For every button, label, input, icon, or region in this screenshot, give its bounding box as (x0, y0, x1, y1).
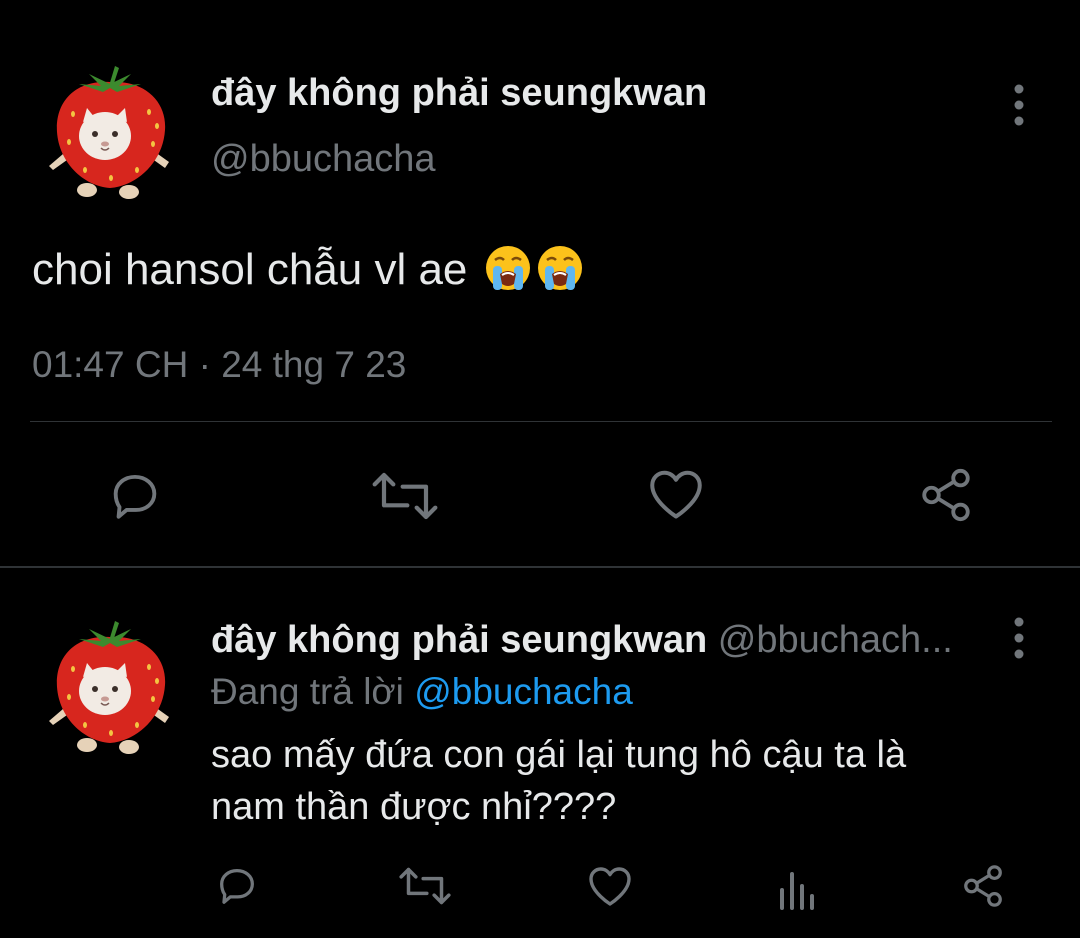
tweet-body: choi hansol chẫu vl ae (32, 245, 468, 294)
reply-handle: @bbuchach... (717, 619, 953, 661)
share-icon[interactable] (960, 862, 1006, 910)
strawberry-cat-avatar-icon (49, 621, 169, 754)
replying-to: Đang trả lời @bbuchacha (211, 671, 633, 713)
divider (30, 421, 1052, 422)
like-icon[interactable] (586, 864, 634, 908)
reply-icon[interactable] (214, 862, 260, 908)
tweet-time: 01:47 CH (32, 344, 189, 385)
more-options-icon[interactable] (1009, 616, 1029, 660)
handle[interactable]: @bbuchacha (211, 138, 436, 181)
display-name[interactable]: đây không phải seungkwan (211, 72, 707, 115)
timestamp-separator: · (198, 344, 211, 385)
tweet-date: 24 thg 7 23 (221, 344, 407, 385)
strawberry-cat-avatar-icon (49, 66, 169, 199)
display-name[interactable]: đây không phải seungkwan @bbuchach... (211, 619, 953, 662)
replying-to-label: Đang trả lời (211, 671, 404, 712)
avatar[interactable] (45, 617, 175, 757)
avatar[interactable] (45, 62, 175, 202)
reply-text: sao mấy đứa con gái lại tung hô cậu ta l… (211, 729, 1011, 833)
more-options-icon[interactable] (1009, 83, 1029, 127)
tweet-timestamp[interactable]: 01:47 CH · 24 thg 7 23 (32, 344, 406, 386)
reply-icon[interactable] (106, 466, 164, 524)
section-divider (0, 566, 1080, 568)
retweet-icon[interactable] (370, 468, 440, 524)
loudly-crying-face-icon (536, 244, 584, 292)
retweet-icon[interactable] (397, 864, 453, 908)
loudly-crying-face-icon (484, 244, 532, 292)
like-icon[interactable] (646, 466, 706, 522)
reply-display-name: đây không phải seungkwan (211, 619, 708, 661)
analytics-icon[interactable] (776, 866, 816, 910)
reply-text-line: sao mấy đứa con gái lại tung hô cậu ta l… (211, 734, 907, 776)
tweet-text: choi hansol chẫu vl ae (32, 244, 584, 295)
share-icon[interactable] (916, 466, 976, 524)
replying-to-mention[interactable]: @bbuchacha (414, 671, 633, 712)
reply-text-line: nam thần được nhỉ???? (211, 786, 617, 828)
